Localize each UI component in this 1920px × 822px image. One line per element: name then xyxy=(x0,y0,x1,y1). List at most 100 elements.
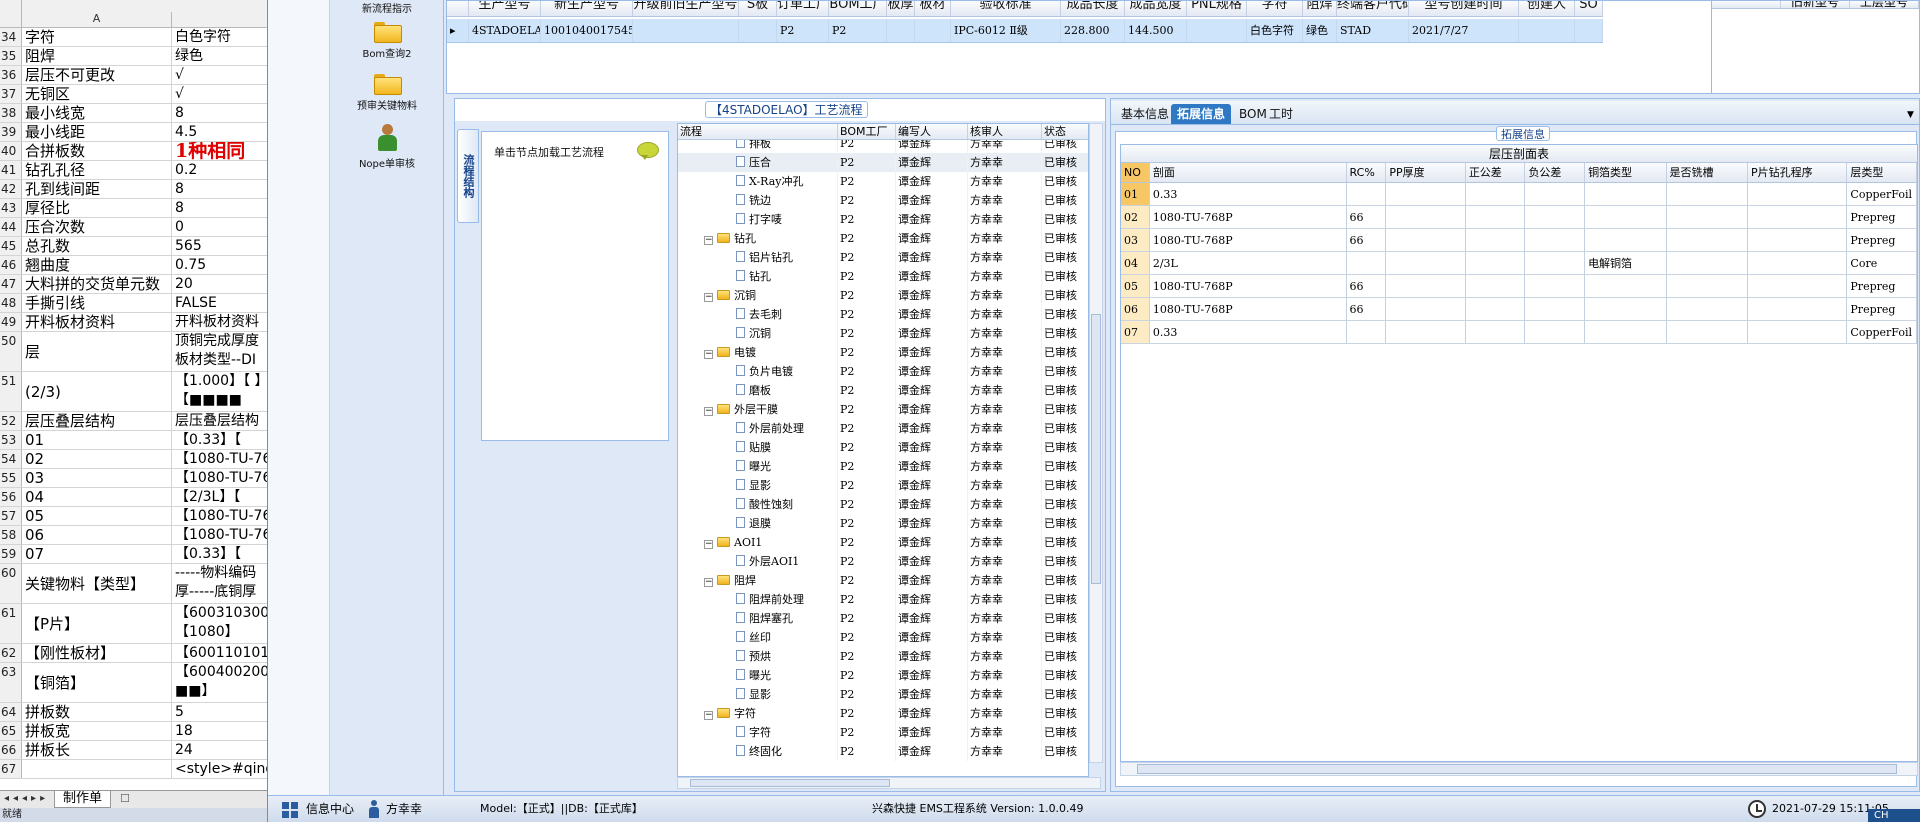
tab-menu-chevron-down-icon[interactable]: ▼ xyxy=(1907,110,1914,120)
process-node[interactable]: 沉铜 xyxy=(678,324,838,343)
lamination-column-header[interactable]: 铜箔类型 xyxy=(1585,163,1667,182)
excel-row-number[interactable]: 39 xyxy=(0,123,22,141)
process-tree-row[interactable]: 沉铜 P2 谭金辉 方幸幸 已审核 xyxy=(678,324,1088,343)
related-grid-column-header[interactable]: 上层型号 xyxy=(1850,1,1919,8)
process-node[interactable]: 压合 xyxy=(678,153,838,172)
lamination-cell[interactable] xyxy=(1466,275,1526,297)
excel-cell-b[interactable]: 20 xyxy=(172,275,267,293)
lamination-cell[interactable] xyxy=(1667,298,1749,320)
model-grid-cell[interactable]: 2021/7/27 xyxy=(1409,19,1519,42)
lamination-cell[interactable]: 02 xyxy=(1121,206,1150,228)
collapse-toggle-icon[interactable]: − xyxy=(704,350,713,359)
model-grid-column-header[interactable]: 验收标准 xyxy=(951,1,1061,16)
excel-cell-b[interactable]: 4.5 xyxy=(172,123,267,141)
model-grid-cell[interactable] xyxy=(739,19,777,42)
info-tab[interactable]: 拓展信息 xyxy=(1171,104,1232,124)
lamination-cell[interactable]: CopperFoil xyxy=(1847,183,1917,205)
excel-cell-a[interactable]: 字符 xyxy=(22,28,172,46)
lamination-row[interactable]: 06 1080-TU-768P 66 Prepreg xyxy=(1121,298,1917,321)
process-tree-row[interactable]: 阻焊塞孔 P2 谭金辉 方幸幸 已审核 xyxy=(678,609,1088,628)
lamination-cell[interactable] xyxy=(1386,183,1466,205)
lamination-row[interactable]: 07 0.33 CopperFoil xyxy=(1121,321,1917,344)
excel-row-number[interactable]: 53 xyxy=(0,431,22,449)
process-node[interactable]: 磨板 xyxy=(678,381,838,400)
excel-row-number[interactable]: 41 xyxy=(0,161,22,179)
process-node[interactable]: 曝光 xyxy=(678,666,838,685)
info-tab[interactable]: 工时 xyxy=(1263,104,1299,124)
collapse-toggle-icon[interactable]: − xyxy=(704,236,713,245)
process-node[interactable]: 丝印 xyxy=(678,628,838,647)
lamination-cell[interactable]: 66 xyxy=(1347,206,1387,228)
process-tree-row[interactable]: 曝光 P2 谭金辉 方幸幸 已审核 xyxy=(678,666,1088,685)
excel-cell-a[interactable]: 拼板数 xyxy=(22,703,172,721)
lamination-cell[interactable]: 1080-TU-768P xyxy=(1150,275,1347,297)
excel-cell-a[interactable]: 拼板宽 xyxy=(22,722,172,740)
excel-cell-b[interactable]: 18 xyxy=(172,722,267,740)
lamination-cell[interactable]: Prepreg xyxy=(1847,298,1917,320)
excel-row-number[interactable]: 65 xyxy=(0,722,22,740)
model-grid-column-header[interactable]: 板材 xyxy=(915,1,951,16)
excel-cell-b[interactable]: 24 xyxy=(172,741,267,759)
scroll-thumb[interactable] xyxy=(1137,764,1897,774)
excel-cell-a[interactable]: 最小线宽 xyxy=(22,104,172,122)
lamination-cell[interactable]: 04 xyxy=(1121,252,1150,274)
process-tree-row[interactable]: 贴膜 P2 谭金辉 方幸幸 已审核 xyxy=(678,438,1088,457)
lamination-cell[interactable] xyxy=(1466,206,1526,228)
lamination-cell[interactable] xyxy=(1466,321,1526,343)
model-grid-column-header[interactable]: 升级前旧生产型号 xyxy=(633,1,739,16)
lamination-cell[interactable] xyxy=(1748,183,1848,205)
lamination-cell[interactable]: Prepreg xyxy=(1847,206,1917,228)
excel-cell-b[interactable]: √ xyxy=(172,66,267,84)
excel-cell-b[interactable]: 【1080-TU-76 xyxy=(172,469,267,487)
model-grid-cell[interactable]: 绿色 xyxy=(1303,19,1337,42)
excel-cell-a[interactable]: 【P片】 xyxy=(22,604,172,643)
excel-row-number[interactable]: 52 xyxy=(0,412,22,430)
excel-cell-b[interactable]: √ xyxy=(172,85,267,103)
process-tree-horizontal-scrollbar[interactable] xyxy=(677,777,1101,789)
excel-cell-a[interactable]: 层压不可更改 xyxy=(22,66,172,84)
lamination-cell[interactable] xyxy=(1466,298,1526,320)
excel-row-number[interactable]: 46 xyxy=(0,256,22,274)
model-grid-cell[interactable]: P2 xyxy=(829,19,887,42)
process-tree-row[interactable]: 曝光 P2 谭金辉 方幸幸 已审核 xyxy=(678,457,1088,476)
excel-row-number[interactable]: 37 xyxy=(0,85,22,103)
process-node[interactable]: 去毛刺 xyxy=(678,305,838,324)
lamination-cell[interactable]: 06 xyxy=(1121,298,1150,320)
excel-cell-a[interactable]: 开料板材资料 xyxy=(22,313,172,331)
excel-cell-b[interactable]: 【6001101012 xyxy=(172,644,267,662)
model-grid-cell[interactable] xyxy=(887,19,915,42)
lamination-cell[interactable] xyxy=(1748,321,1848,343)
excel-cell-b[interactable]: 8 xyxy=(172,104,267,122)
excel-cell-a[interactable]: 关键物料【类型】 xyxy=(22,564,172,603)
model-grid-column-header[interactable] xyxy=(447,1,469,16)
lamination-cell[interactable] xyxy=(1386,206,1466,228)
process-tree-row[interactable]: 阻焊前处理 P2 谭金辉 方幸幸 已审核 xyxy=(678,590,1088,609)
process-tree-row[interactable]: − 外层干膜 P2 谭金辉 方幸幸 已审核 xyxy=(678,400,1088,419)
nav-item[interactable]: Nope单审核 xyxy=(332,124,442,170)
nav-item[interactable]: 预审关键物料 xyxy=(332,72,442,112)
excel-row-number[interactable]: 61 xyxy=(0,604,22,643)
lamination-cell[interactable] xyxy=(1585,206,1667,228)
excel-row-number[interactable]: 47 xyxy=(0,275,22,293)
lamination-row[interactable]: 05 1080-TU-768P 66 Prepreg xyxy=(1121,275,1917,298)
excel-cell-b[interactable]: 8 xyxy=(172,180,267,198)
process-tree-row[interactable]: − 沉铜 P2 谭金辉 方幸幸 已审核 xyxy=(678,286,1088,305)
lamination-column-header[interactable]: 层类型 xyxy=(1847,163,1917,182)
excel-new-sheet-icon[interactable]: ☐ xyxy=(120,792,130,805)
process-node[interactable]: − 阻焊 xyxy=(678,571,838,590)
model-grid-column-header[interactable]: BOM工厂 xyxy=(829,1,887,16)
lamination-cell[interactable] xyxy=(1748,275,1848,297)
model-grid-column-header[interactable]: 创建人 xyxy=(1519,1,1575,16)
excel-row-number[interactable]: 43 xyxy=(0,199,22,217)
model-grid-cell[interactable] xyxy=(915,19,951,42)
process-node[interactable]: 阻焊塞孔 xyxy=(678,609,838,628)
process-tree-row[interactable]: − 阻焊 P2 谭金辉 方幸幸 已审核 xyxy=(678,571,1088,590)
excel-cell-a[interactable]: 07 xyxy=(22,545,172,563)
excel-row-number[interactable]: 35 xyxy=(0,47,22,65)
process-node[interactable]: 贴膜 xyxy=(678,438,838,457)
excel-cell-a[interactable]: 阻焊 xyxy=(22,47,172,65)
model-grid-cell[interactable]: P2 xyxy=(777,19,829,42)
scroll-thumb[interactable] xyxy=(1091,314,1101,584)
excel-cell-b[interactable]: 开料板材资料 xyxy=(172,313,267,331)
model-grid-cell[interactable]: 144.500 xyxy=(1125,19,1187,42)
